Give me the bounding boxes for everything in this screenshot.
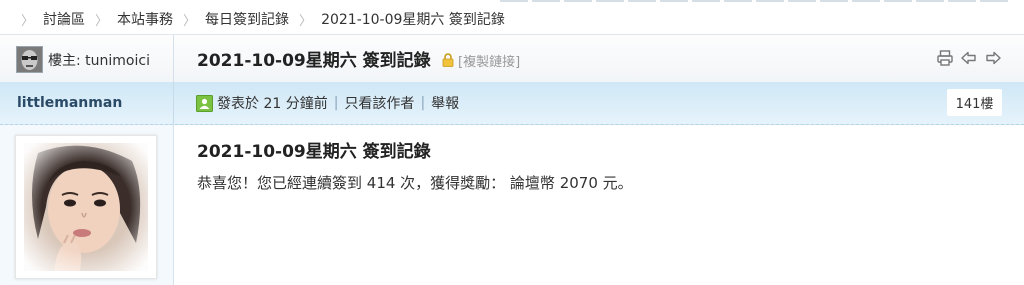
- post-message: 恭喜您！您已經連續簽到 414 次，獲得獎勵： 論壇幣 2070 元。: [197, 174, 633, 192]
- post-meta: 發表於 21 分鐘前 | 只看該作者 | 舉報: [196, 93, 459, 113]
- author-avatar[interactable]: [24, 143, 148, 271]
- breadcrumb-link-daily-checkin[interactable]: 每日簽到記錄: [205, 9, 289, 29]
- thread-starter-label[interactable]: 樓主: tunimoici: [48, 50, 150, 70]
- author-info-column: [0, 125, 174, 285]
- breadcrumb-separator-icon: 〉: [21, 13, 35, 29]
- column-divider: [173, 82, 174, 124]
- op-avatar[interactable]: [16, 46, 43, 73]
- thread-title: 2021-10-09星期六 簽到記錄: [197, 51, 431, 71]
- only-author-link[interactable]: 只看該作者: [344, 93, 414, 113]
- column-divider: [173, 35, 174, 82]
- post-title: 2021-10-09星期六 簽到記錄: [197, 142, 431, 162]
- thread-tools: [936, 49, 1002, 67]
- floor-number-badge[interactable]: 141樓: [947, 89, 1002, 116]
- print-icon[interactable]: [936, 49, 954, 67]
- post-time: 發表於 21 分鐘前: [217, 96, 328, 112]
- breadcrumb-separator-icon: 〉: [299, 13, 313, 29]
- breadcrumb-link-current-thread[interactable]: 2021-10-09星期六 簽到記錄: [321, 9, 505, 29]
- breadcrumb-separator-icon: 〉: [95, 13, 109, 29]
- author-avatar-frame[interactable]: [15, 135, 157, 279]
- next-thread-icon[interactable]: [984, 49, 1002, 67]
- thread-header: 樓主: tunimoici 2021-10-09星期六 簽到記錄 [複製鏈接]: [0, 34, 1024, 83]
- online-status-icon: [196, 94, 213, 112]
- breadcrumb-link-site-affairs[interactable]: 本站事務: [117, 9, 173, 29]
- meta-separator: |: [333, 95, 339, 111]
- breadcrumb-link-forum[interactable]: 討論區: [43, 9, 85, 29]
- meta-separator: |: [420, 95, 426, 111]
- top-tab-strip: [0, 0, 1024, 3]
- author-name-link[interactable]: littlemanman: [17, 95, 122, 111]
- post-body: 2021-10-09星期六 簽到記錄 恭喜您！您已經連續簽到 414 次，獲得獎…: [0, 125, 1024, 285]
- report-link[interactable]: 舉報: [431, 93, 459, 113]
- copy-link-button[interactable]: [複製鏈接]: [458, 51, 520, 70]
- breadcrumb-separator-icon: 〉: [183, 13, 197, 29]
- post-author-bar: littlemanman 發表於 21 分鐘前 | 只看該作者 | 舉報 141…: [0, 82, 1024, 125]
- breadcrumb: 〉 討論區 〉 本站事務 〉 每日簽到記錄 〉 2021-10-09星期六 簽到…: [0, 4, 1024, 34]
- prev-thread-icon[interactable]: [960, 49, 978, 67]
- lock-icon: [442, 53, 454, 67]
